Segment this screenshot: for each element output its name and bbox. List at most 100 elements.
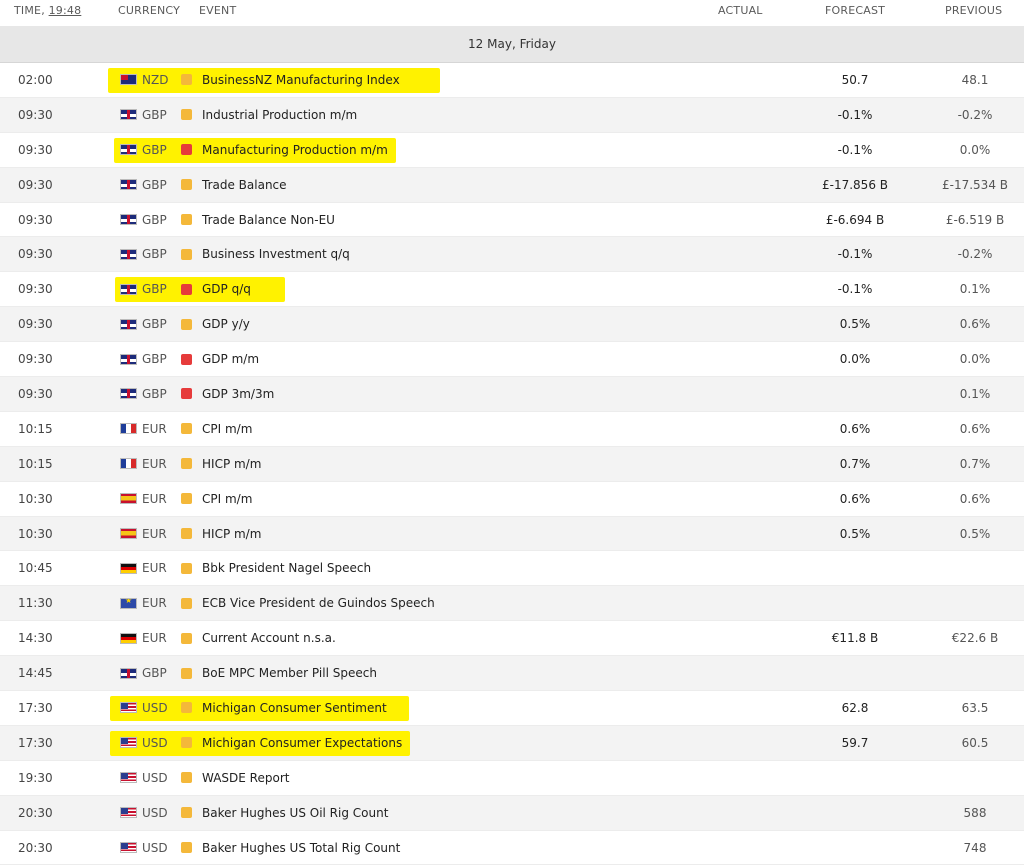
event-row[interactable]: 19:30 USD WASDE Report	[0, 761, 1024, 796]
event-row[interactable]: 10:45 EUR Bbk President Nagel Speech	[0, 551, 1024, 587]
event-row[interactable]: 10:15 EUR HICP m/m 0.7% 0.7%	[0, 446, 1024, 482]
usa-flag-icon	[120, 772, 137, 784]
importance-indicator	[181, 517, 192, 551]
event-name-link[interactable]: BusinessNZ Manufacturing Index	[202, 63, 400, 97]
event-time: 17:30	[18, 735, 53, 750]
day-separator: 12 May, Friday	[0, 26, 1024, 63]
currency-code: EUR	[142, 631, 167, 646]
event-name-link[interactable]: Baker Hughes US Total Rig Count	[202, 831, 400, 865]
event-currency: GBP	[120, 656, 167, 690]
medium-importance-icon	[181, 667, 192, 679]
event-name-link[interactable]: HICP m/m	[202, 517, 261, 551]
event-name-link[interactable]: Manufacturing Production m/m	[202, 133, 388, 167]
event-previous	[910, 586, 1024, 620]
event-row[interactable]: 02:00 NZD BusinessNZ Manufacturing Index 50…	[0, 63, 1024, 98]
event-previous: £-6.519 B	[945, 212, 1005, 227]
event-currency: GBP	[120, 272, 167, 306]
event-row[interactable]: 14:30 EUR Current Account n.s.a. €11.8 B €22…	[0, 621, 1024, 657]
event-forecast: -0.1%	[837, 107, 873, 122]
importance-indicator	[181, 237, 192, 271]
event-name-link[interactable]: BoE MPC Member Pill Speech	[202, 656, 377, 690]
event-name-link[interactable]: Michigan Consumer Expectations	[202, 726, 402, 760]
event-name-link[interactable]: GDP y/y	[202, 307, 250, 341]
event-time: 14:45	[18, 666, 53, 681]
event-currency: EUR	[120, 412, 167, 446]
event-name-link[interactable]: Michigan Consumer Sentiment	[202, 691, 387, 725]
gbp-flag-icon	[120, 667, 137, 679]
day-label: 12 May, Friday	[468, 37, 556, 51]
event-time: 10:15	[18, 421, 53, 436]
event-row[interactable]: 09:30 GBP Industrial Production m/m -0.1% -0…	[0, 97, 1024, 133]
event-row[interactable]: 10:30 EUR CPI m/m 0.6% 0.6%	[0, 482, 1024, 517]
importance-indicator	[181, 203, 192, 237]
event-previous: 48.1	[961, 72, 989, 87]
event-previous: -0.2%	[957, 107, 993, 122]
event-name-link[interactable]: CPI m/m	[202, 482, 252, 516]
event-row[interactable]: 20:30 USD Baker Hughes US Total Rig Count 7…	[0, 831, 1024, 865]
event-previous: 0.6%	[959, 421, 991, 436]
event-forecast: 0.5%	[839, 317, 871, 332]
event-row[interactable]: 11:30 EUR ECB Vice President de Guindos Sp…	[0, 586, 1024, 622]
event-row[interactable]: 20:30 USD Baker Hughes US Oil Rig Count 588	[0, 795, 1024, 831]
high-importance-icon	[181, 283, 192, 295]
event-row[interactable]: 09:30 GBP GDP y/y 0.5% 0.6%	[0, 307, 1024, 343]
event-row[interactable]: 09:30 GBP Trade Balance £-17.856 B £-17.534 …	[0, 167, 1024, 203]
event-currency: GBP	[120, 203, 167, 237]
event-previous: 60.5	[961, 735, 989, 750]
importance-indicator	[181, 551, 192, 585]
event-currency: EUR	[120, 586, 167, 620]
event-row[interactable]: 14:45 GBP BoE MPC Member Pill Speech	[0, 656, 1024, 692]
medium-importance-icon	[181, 632, 192, 644]
event-name-link[interactable]: GDP q/q	[202, 272, 251, 306]
event-previous: 588	[963, 805, 987, 820]
event-row[interactable]: 17:30 USD Michigan Consumer Sentiment 62.8 6…	[0, 691, 1024, 726]
event-row[interactable]: 09:30 GBP GDP q/q -0.1% 0.1%	[0, 272, 1024, 308]
currency-code: GBP	[142, 142, 167, 157]
event-name-link[interactable]: GDP m/m	[202, 342, 259, 376]
event-currency: GBP	[120, 168, 167, 202]
event-row[interactable]: 10:15 EUR CPI m/m 0.6% 0.6%	[0, 412, 1024, 447]
importance-indicator	[181, 307, 192, 341]
time-header-label: TIME,	[14, 4, 45, 17]
event-previous: 0.0%	[959, 352, 991, 367]
event-name-link[interactable]: CPI m/m	[202, 412, 252, 446]
event-row[interactable]: 09:30 GBP Business Investment q/q -0.1% -0.2…	[0, 237, 1024, 273]
medium-importance-icon	[181, 214, 192, 225]
event-name-link[interactable]: Trade Balance	[202, 168, 287, 202]
event-row[interactable]: 09:30 GBP Trade Balance Non-EU £-6.694 B £-6…	[0, 203, 1024, 238]
event-row[interactable]: 17:30 USD Michigan Consumer Expectations 59…	[0, 725, 1024, 761]
event-name-link[interactable]: Baker Hughes US Oil Rig Count	[202, 796, 388, 830]
event-previous: 63.5	[961, 700, 989, 715]
event-forecast: £-17.856 B	[822, 177, 888, 192]
medium-importance-icon	[181, 807, 192, 819]
event-name-link[interactable]: Industrial Production m/m	[202, 98, 357, 132]
currency-code: EUR	[142, 561, 167, 576]
event-name-link[interactable]: GDP 3m/3m	[202, 377, 274, 411]
event-previous: 748	[963, 840, 987, 855]
event-name-link[interactable]: Bbk President Nagel Speech	[202, 551, 371, 585]
event-name-link[interactable]: HICP m/m	[202, 447, 261, 481]
current-time-link[interactable]: 19:48	[49, 4, 82, 17]
event-row[interactable]: 09:30 GBP GDP m/m 0.0% 0.0%	[0, 342, 1024, 378]
event-row[interactable]: 09:30 GBP GDP 3m/3m 0.1%	[0, 377, 1024, 412]
importance-indicator	[181, 412, 192, 446]
event-name-link[interactable]: Trade Balance Non-EU	[202, 203, 335, 237]
event-previous: 0.6%	[959, 317, 991, 332]
event-name-link[interactable]: Current Account n.s.a.	[202, 621, 336, 655]
event-name-link[interactable]: WASDE Report	[202, 761, 289, 795]
event-forecast: 50.7	[841, 72, 869, 87]
table-header: TIME, 19:48 CURRENCY EVENT ACTUAL FORECA…	[0, 0, 1024, 26]
event-row[interactable]: 09:30 GBP Manufacturing Production m/m -0.1…	[0, 133, 1024, 168]
event-forecast	[790, 796, 920, 830]
time-column-header[interactable]: TIME, 19:48	[14, 4, 81, 17]
event-forecast: 0.6%	[839, 491, 871, 506]
currency-code: EUR	[142, 421, 167, 436]
event-forecast: 0.0%	[839, 352, 871, 367]
event-currency: GBP	[120, 377, 167, 411]
event-forecast	[790, 551, 920, 585]
event-previous	[910, 551, 1024, 585]
event-name-link[interactable]: ECB Vice President de Guindos Speech	[202, 586, 435, 620]
importance-indicator	[181, 447, 192, 481]
event-name-link[interactable]: Business Investment q/q	[202, 237, 350, 271]
event-row[interactable]: 10:30 EUR HICP m/m 0.5% 0.5%	[0, 516, 1024, 552]
